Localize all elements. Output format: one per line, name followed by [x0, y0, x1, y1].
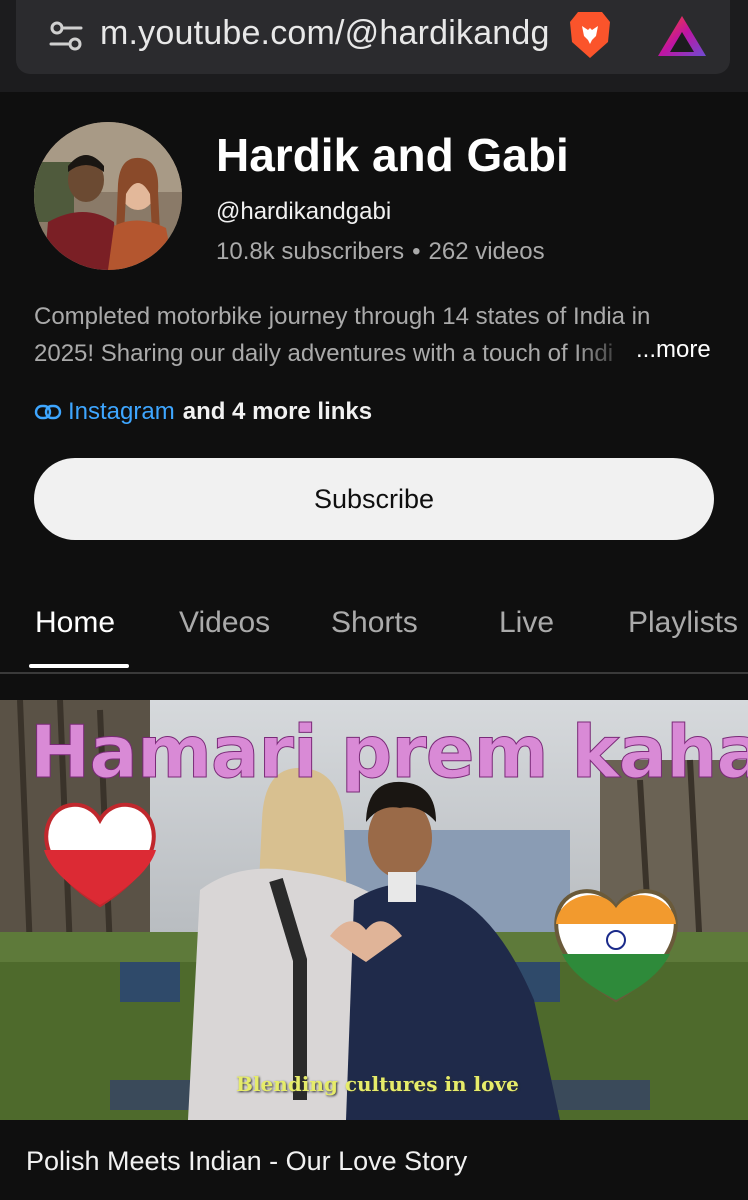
address-bar[interactable]: m.youtube.com/@hardikandg	[16, 0, 730, 74]
avatar-photo	[34, 122, 182, 270]
brave-rewards-icon[interactable]	[656, 12, 708, 60]
channel-avatar[interactable]	[34, 122, 182, 270]
thumbnail-title: Hamari prem kahani	[30, 710, 748, 795]
description-line-2: 2025! Sharing our daily adventures with …	[34, 335, 634, 372]
video-count: 262 videos	[428, 238, 545, 265]
tune-icon[interactable]	[48, 18, 84, 54]
browser-toolbar: m.youtube.com/@hardikandg	[0, 0, 748, 92]
subscribe-button[interactable]: Subscribe	[34, 458, 714, 540]
description-line-1: Completed motorbike journey through 14 s…	[34, 303, 651, 330]
tab-home[interactable]: Home	[35, 606, 115, 640]
channel-description[interactable]: Completed motorbike journey through 14 s…	[34, 298, 724, 372]
thumbnail-tagline: Blending cultures in love	[236, 1072, 519, 1096]
instagram-link[interactable]: Instagram	[68, 398, 175, 426]
channel-name: Hardik and Gabi	[216, 129, 569, 181]
description-fade	[574, 335, 634, 372]
tab-videos[interactable]: Videos	[179, 606, 270, 640]
featured-video-title[interactable]: Polish Meets Indian - Our Love Story	[26, 1146, 467, 1177]
more-links-button[interactable]: and 4 more links	[183, 398, 372, 426]
description-more-button[interactable]: ...more	[636, 336, 711, 364]
url-text[interactable]: m.youtube.com/@hardikandg	[100, 14, 550, 53]
channel-tabs: Home Videos Shorts Live Playlists	[0, 590, 748, 674]
channel-handle: @hardikandgabi	[216, 198, 392, 225]
tab-playlists[interactable]: Playlists	[628, 606, 738, 640]
link-icon	[34, 404, 62, 420]
channel-stats: 10.8k subscribers • 262 videos	[216, 238, 545, 266]
subscriber-count: 10.8k subscribers	[216, 238, 405, 265]
tab-live[interactable]: Live	[499, 606, 554, 640]
stats-separator: •	[412, 238, 421, 265]
active-tab-indicator	[29, 664, 129, 668]
tab-shorts[interactable]: Shorts	[331, 606, 418, 640]
channel-links[interactable]: Instagram and 4 more links	[34, 398, 372, 426]
featured-video-thumbnail[interactable]: Hamari prem kahani Blending cultures in …	[0, 700, 748, 1120]
description-line-2-text: 2025! Sharing our daily adventures with …	[34, 340, 614, 367]
brave-lion-icon[interactable]	[566, 8, 614, 62]
